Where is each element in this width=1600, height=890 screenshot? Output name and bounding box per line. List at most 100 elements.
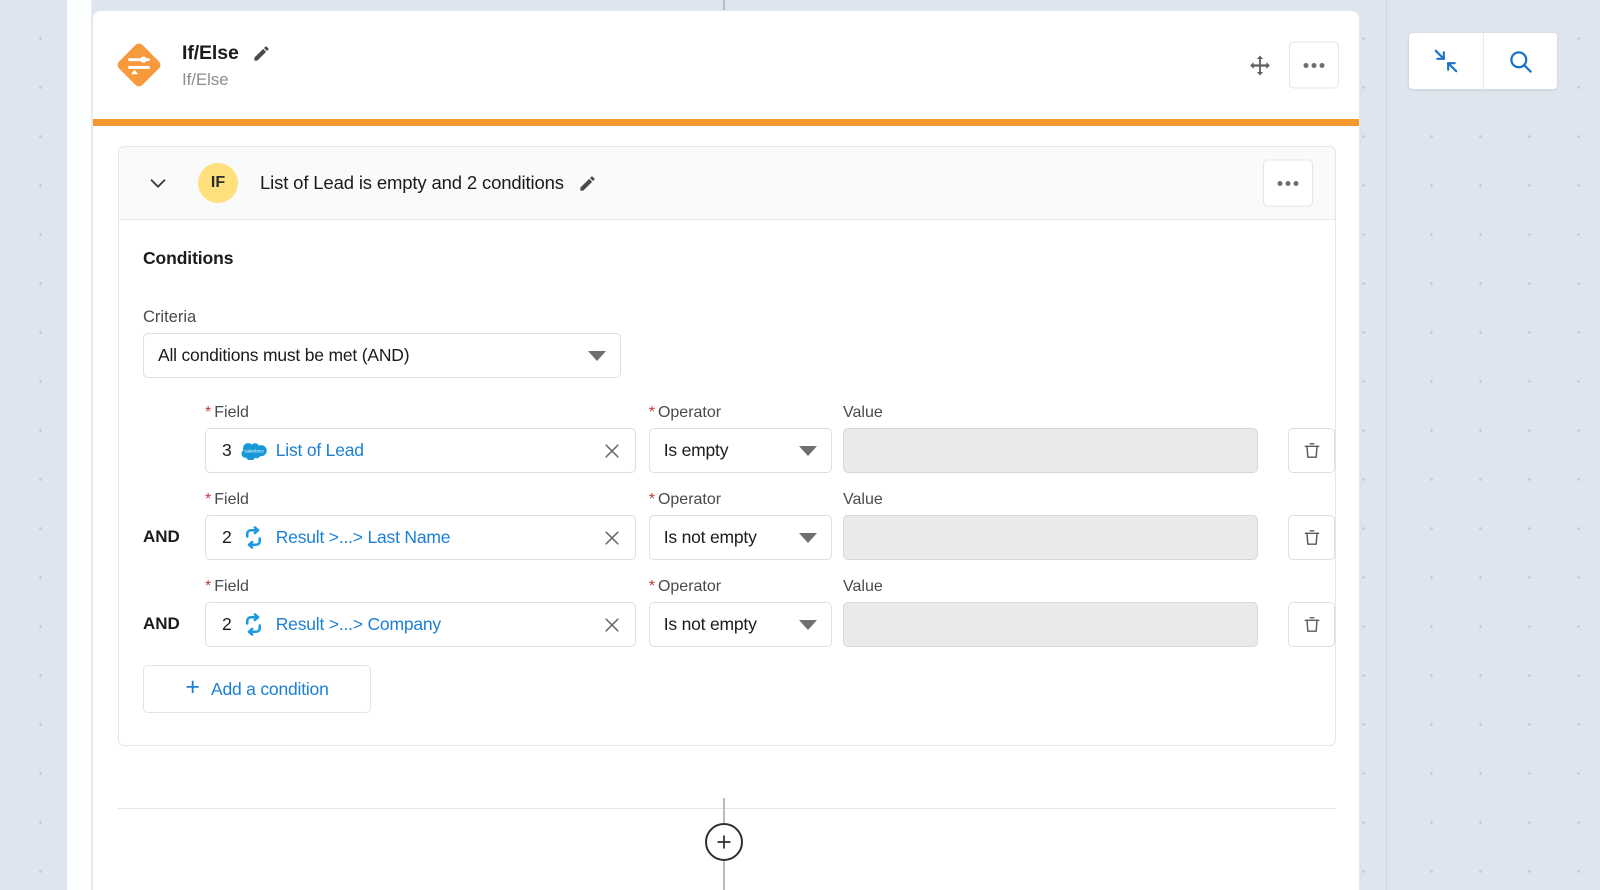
field-input[interactable]: 2 Result >...> Company — [205, 602, 636, 647]
value-column: Value — [843, 491, 1258, 560]
loop-arrows-icon — [241, 612, 267, 638]
canvas-toolbar — [1409, 33, 1557, 89]
if-else-diamond-icon — [114, 40, 164, 90]
operator-select[interactable]: Is empty — [648, 428, 833, 473]
value-input — [843, 602, 1258, 647]
field-label-text: Field — [214, 578, 249, 595]
node-header-actions — [1247, 41, 1339, 89]
plus-icon: + — [185, 673, 200, 701]
required-marker: * — [205, 578, 212, 595]
canvas-right-strip — [1386, 0, 1600, 890]
chevron-down-icon — [799, 532, 818, 543]
operator-label: * Operator — [649, 578, 832, 596]
salesforce-cloud-icon: salesforce — [241, 438, 267, 464]
operator-select[interactable]: Is not empty — [648, 515, 833, 560]
value-input — [843, 515, 1258, 560]
operator-column: * Operator Is not empty — [648, 491, 833, 560]
close-icon[interactable] — [601, 527, 623, 549]
if-else-node-card: If/Else If/Else IF List of Lead is empty… — [92, 10, 1360, 890]
add-step-button[interactable] — [705, 823, 743, 861]
panel-divider — [118, 808, 1336, 809]
delete-condition-button[interactable] — [1288, 602, 1335, 647]
value-column: Value — [843, 578, 1258, 647]
operator-column: * Operator Is not empty — [648, 578, 833, 647]
field-label: * Field — [205, 491, 636, 509]
delete-condition-button[interactable] — [1288, 515, 1335, 560]
operator-selected-value: Is not empty — [663, 614, 757, 634]
field-column: * Field 2 — [205, 578, 636, 647]
value-label: Value — [843, 404, 1258, 422]
condition-connector — [143, 460, 205, 473]
condition-connector: AND — [143, 614, 180, 633]
if-branch-panel: IF List of Lead is empty and 2 condition… — [118, 146, 1336, 746]
required-marker: * — [648, 404, 655, 421]
search-button[interactable] — [1483, 33, 1557, 89]
field-value-text: Result >...> Company — [275, 614, 441, 634]
if-branch-summary: List of Lead is empty and 2 conditions — [260, 172, 564, 193]
conditions-body: Conditions Criteria All conditions must … — [119, 220, 1335, 745]
if-branch-more-menu-button[interactable] — [1263, 159, 1313, 207]
node-subtitle: If/Else — [182, 69, 229, 89]
required-marker: * — [648, 578, 655, 595]
fit-to-screen-button[interactable] — [1409, 33, 1483, 89]
connector-line-bottom — [723, 861, 725, 890]
if-badge: IF — [198, 163, 238, 203]
pencil-icon[interactable] — [249, 41, 275, 67]
operator-label: * Operator — [649, 491, 832, 509]
criteria-selected-value: All conditions must be met (AND) — [158, 345, 410, 365]
operator-label: * Operator — [649, 404, 832, 422]
condition-connector: AND — [143, 527, 180, 546]
operator-selected-value: Is empty — [663, 440, 729, 460]
if-branch-header: IF List of Lead is empty and 2 condition… — [119, 147, 1335, 220]
node-header: If/Else If/Else — [93, 11, 1359, 119]
value-label-text: Value — [843, 491, 883, 508]
close-icon[interactable] — [601, 614, 623, 636]
field-input[interactable]: 2 Result >...> Last Name — [205, 515, 636, 560]
operator-label-text: Operator — [657, 404, 722, 421]
value-label: Value — [843, 491, 1258, 509]
conditions-rows: * Field 3 salesforce List of Lead * Oper… — [119, 404, 1335, 647]
svg-text:salesforce: salesforce — [244, 449, 264, 454]
value-label-text: Value — [843, 578, 883, 595]
field-input[interactable]: 3 salesforce List of Lead — [205, 428, 636, 473]
required-marker: * — [205, 491, 212, 508]
delete-column — [1288, 602, 1335, 647]
move-arrows-icon[interactable] — [1247, 52, 1273, 78]
criteria-select[interactable]: All conditions must be met (AND) — [143, 333, 621, 378]
field-step-number: 2 — [222, 527, 232, 547]
node-more-menu-button[interactable] — [1289, 41, 1339, 89]
node-accent-bar — [93, 119, 1359, 126]
canvas-left-gutter — [67, 0, 92, 890]
chevron-down-icon[interactable] — [145, 170, 171, 196]
condition-row: * Field 3 salesforce List of Lead * Oper… — [119, 404, 1335, 473]
connector-line-middle — [723, 798, 725, 825]
close-icon[interactable] — [601, 440, 623, 462]
loop-arrows-icon — [241, 525, 267, 551]
operator-selected-value: Is not empty — [663, 527, 757, 547]
delete-column — [1288, 515, 1335, 560]
condition-row: AND * Field 2 — [119, 578, 1335, 647]
value-column: Value — [843, 404, 1258, 473]
flow-canvas: If/Else If/Else IF List of Lead is empty… — [0, 0, 1600, 890]
field-label-text: Field — [214, 404, 249, 421]
add-condition-label: Add a condition — [210, 678, 329, 699]
add-condition-button[interactable]: + Add a condition — [143, 665, 371, 713]
field-step-number: 3 — [222, 440, 232, 460]
conditions-section-title: Conditions — [143, 248, 234, 268]
criteria-label: Criteria — [143, 308, 197, 326]
field-label: * Field — [205, 404, 636, 422]
field-column: * Field 3 salesforce List of Lead — [205, 404, 636, 473]
field-column: * Field 2 — [205, 491, 636, 560]
pencil-icon[interactable] — [577, 172, 599, 194]
chevron-down-icon — [588, 350, 606, 361]
operator-column: * Operator Is empty — [648, 404, 833, 473]
required-marker: * — [648, 491, 655, 508]
node-title-block: If/Else If/Else — [182, 41, 275, 90]
value-input — [843, 428, 1258, 473]
chevron-down-icon — [799, 445, 818, 456]
delete-condition-button[interactable] — [1288, 428, 1335, 473]
operator-select[interactable]: Is not empty — [648, 602, 833, 647]
required-marker: * — [205, 404, 212, 421]
field-value-text: Result >...> Last Name — [275, 527, 451, 547]
field-label: * Field — [205, 578, 636, 596]
